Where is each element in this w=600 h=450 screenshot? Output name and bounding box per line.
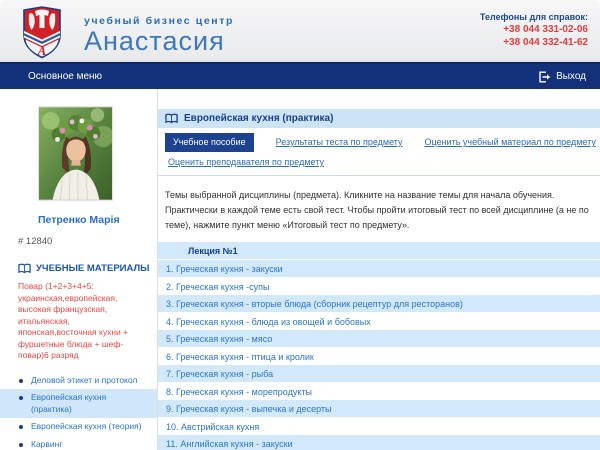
open-book-icon (18, 263, 31, 274)
lecture-link[interactable]: 8. Греческая кухня - морепродукты (158, 383, 600, 400)
page-title-bar: Европейская кухня (практика) (158, 109, 600, 128)
intro-text: Темы выбранной дисциплины (предмета). Кл… (165, 188, 590, 233)
divider (158, 175, 600, 176)
tab-link[interactable]: Оценить учебный материал по предмету (425, 136, 596, 149)
site-header: А учебный бизнес центр Анастасия Телефон… (0, 0, 600, 62)
page-title: Европейская кухня (практика) (184, 113, 333, 124)
main-menu-link[interactable]: Основное меню (14, 71, 102, 82)
lecture-link[interactable]: 5. Греческая кухня - мясо (158, 330, 600, 348)
content: Петренко Марія # 12840 УЧЕБНЫЕ МАТЕРИАЛЫ… (0, 89, 600, 450)
lecture-link[interactable]: 3. Греческая кухня - вторые блюда (сборн… (158, 295, 600, 313)
lecture-link[interactable]: 2. Греческая кухня -супы (158, 278, 600, 295)
main-navbar: Основное меню Выход (0, 62, 600, 89)
materials-title-label: УЧЕБНЫЕ МАТЕРИАЛЫ (36, 263, 149, 274)
course-description: Повар (1+2+3+4+5: украинская,европейская… (18, 281, 139, 362)
sidebar-subject-list: Деловой этикет и протоколЕвропейская кух… (0, 372, 157, 450)
tab-link[interactable]: Результаты теста по предмету (276, 136, 403, 149)
user-name: Петренко Марія (38, 214, 157, 226)
tab-link[interactable]: Оценить преподавателя по предмету (168, 156, 324, 169)
crest-logo-icon: А (22, 6, 62, 59)
materials-section-title: УЧЕБНЫЕ МАТЕРИАЛЫ (18, 263, 157, 274)
lecture-rows: 1. Греческая кухня - закуски2. Греческая… (158, 260, 600, 450)
contact-phones: Телефоны для справок: +38 044 331-02-06 … (480, 12, 588, 48)
phone-number-1: +38 044 331-02-06 (480, 24, 588, 35)
tab-active[interactable]: Учебное пособие (165, 133, 254, 152)
lecture-list: Лекция №1 1. Греческая кухня - закуски2.… (158, 242, 600, 450)
lecture-link[interactable]: 7. Греческая кухня - рыба (158, 365, 600, 383)
exit-arrow-icon (538, 71, 551, 83)
lecture-link[interactable]: 10. Австрийская кухня (158, 418, 600, 435)
tab-bar: Учебное пособие Результаты теста по предм… (165, 133, 600, 169)
user-id: # 12840 (18, 236, 157, 247)
sidebar-item[interactable]: Европейская кухня (теория) (0, 418, 157, 436)
lecture-link[interactable]: 11. Английская кухня - закуски (158, 435, 600, 450)
sidebar-item[interactable]: Деловой этикет и протокол (0, 372, 157, 390)
sidebar-item-active[interactable]: Европейская кухня (практика) (0, 389, 157, 418)
phones-label: Телефоны для справок: (480, 12, 588, 22)
lecture-link[interactable]: 6. Греческая кухня - птица и кролик (158, 348, 600, 365)
lecture-link[interactable]: 9. Греческая кухня - выпечка и десерты (158, 400, 600, 418)
lecture-link[interactable]: 1. Греческая кухня - закуски (158, 260, 600, 278)
main-content: Европейская кухня (практика) Учебное пос… (158, 89, 600, 450)
brand: учебный бизнес центр Анастасия (84, 15, 234, 57)
svg-text:А: А (37, 43, 47, 58)
open-book-icon (165, 113, 178, 124)
lecture-header: Лекция №1 (158, 242, 600, 260)
page: А учебный бизнес центр Анастасия Телефон… (0, 0, 600, 450)
logout-label: Выход (556, 71, 586, 82)
sidebar: Петренко Марія # 12840 УЧЕБНЫЕ МАТЕРИАЛЫ… (0, 89, 158, 450)
sidebar-item[interactable]: Карвинг (0, 436, 157, 450)
brand-name: Анастасия (84, 26, 234, 57)
lecture-link[interactable]: 4. Греческая кухня - блюда из овощей и б… (158, 313, 600, 330)
user-photo (38, 106, 113, 201)
phone-number-2: +38 044 332-41-62 (480, 37, 588, 48)
logout-button[interactable]: Выход (538, 71, 586, 83)
